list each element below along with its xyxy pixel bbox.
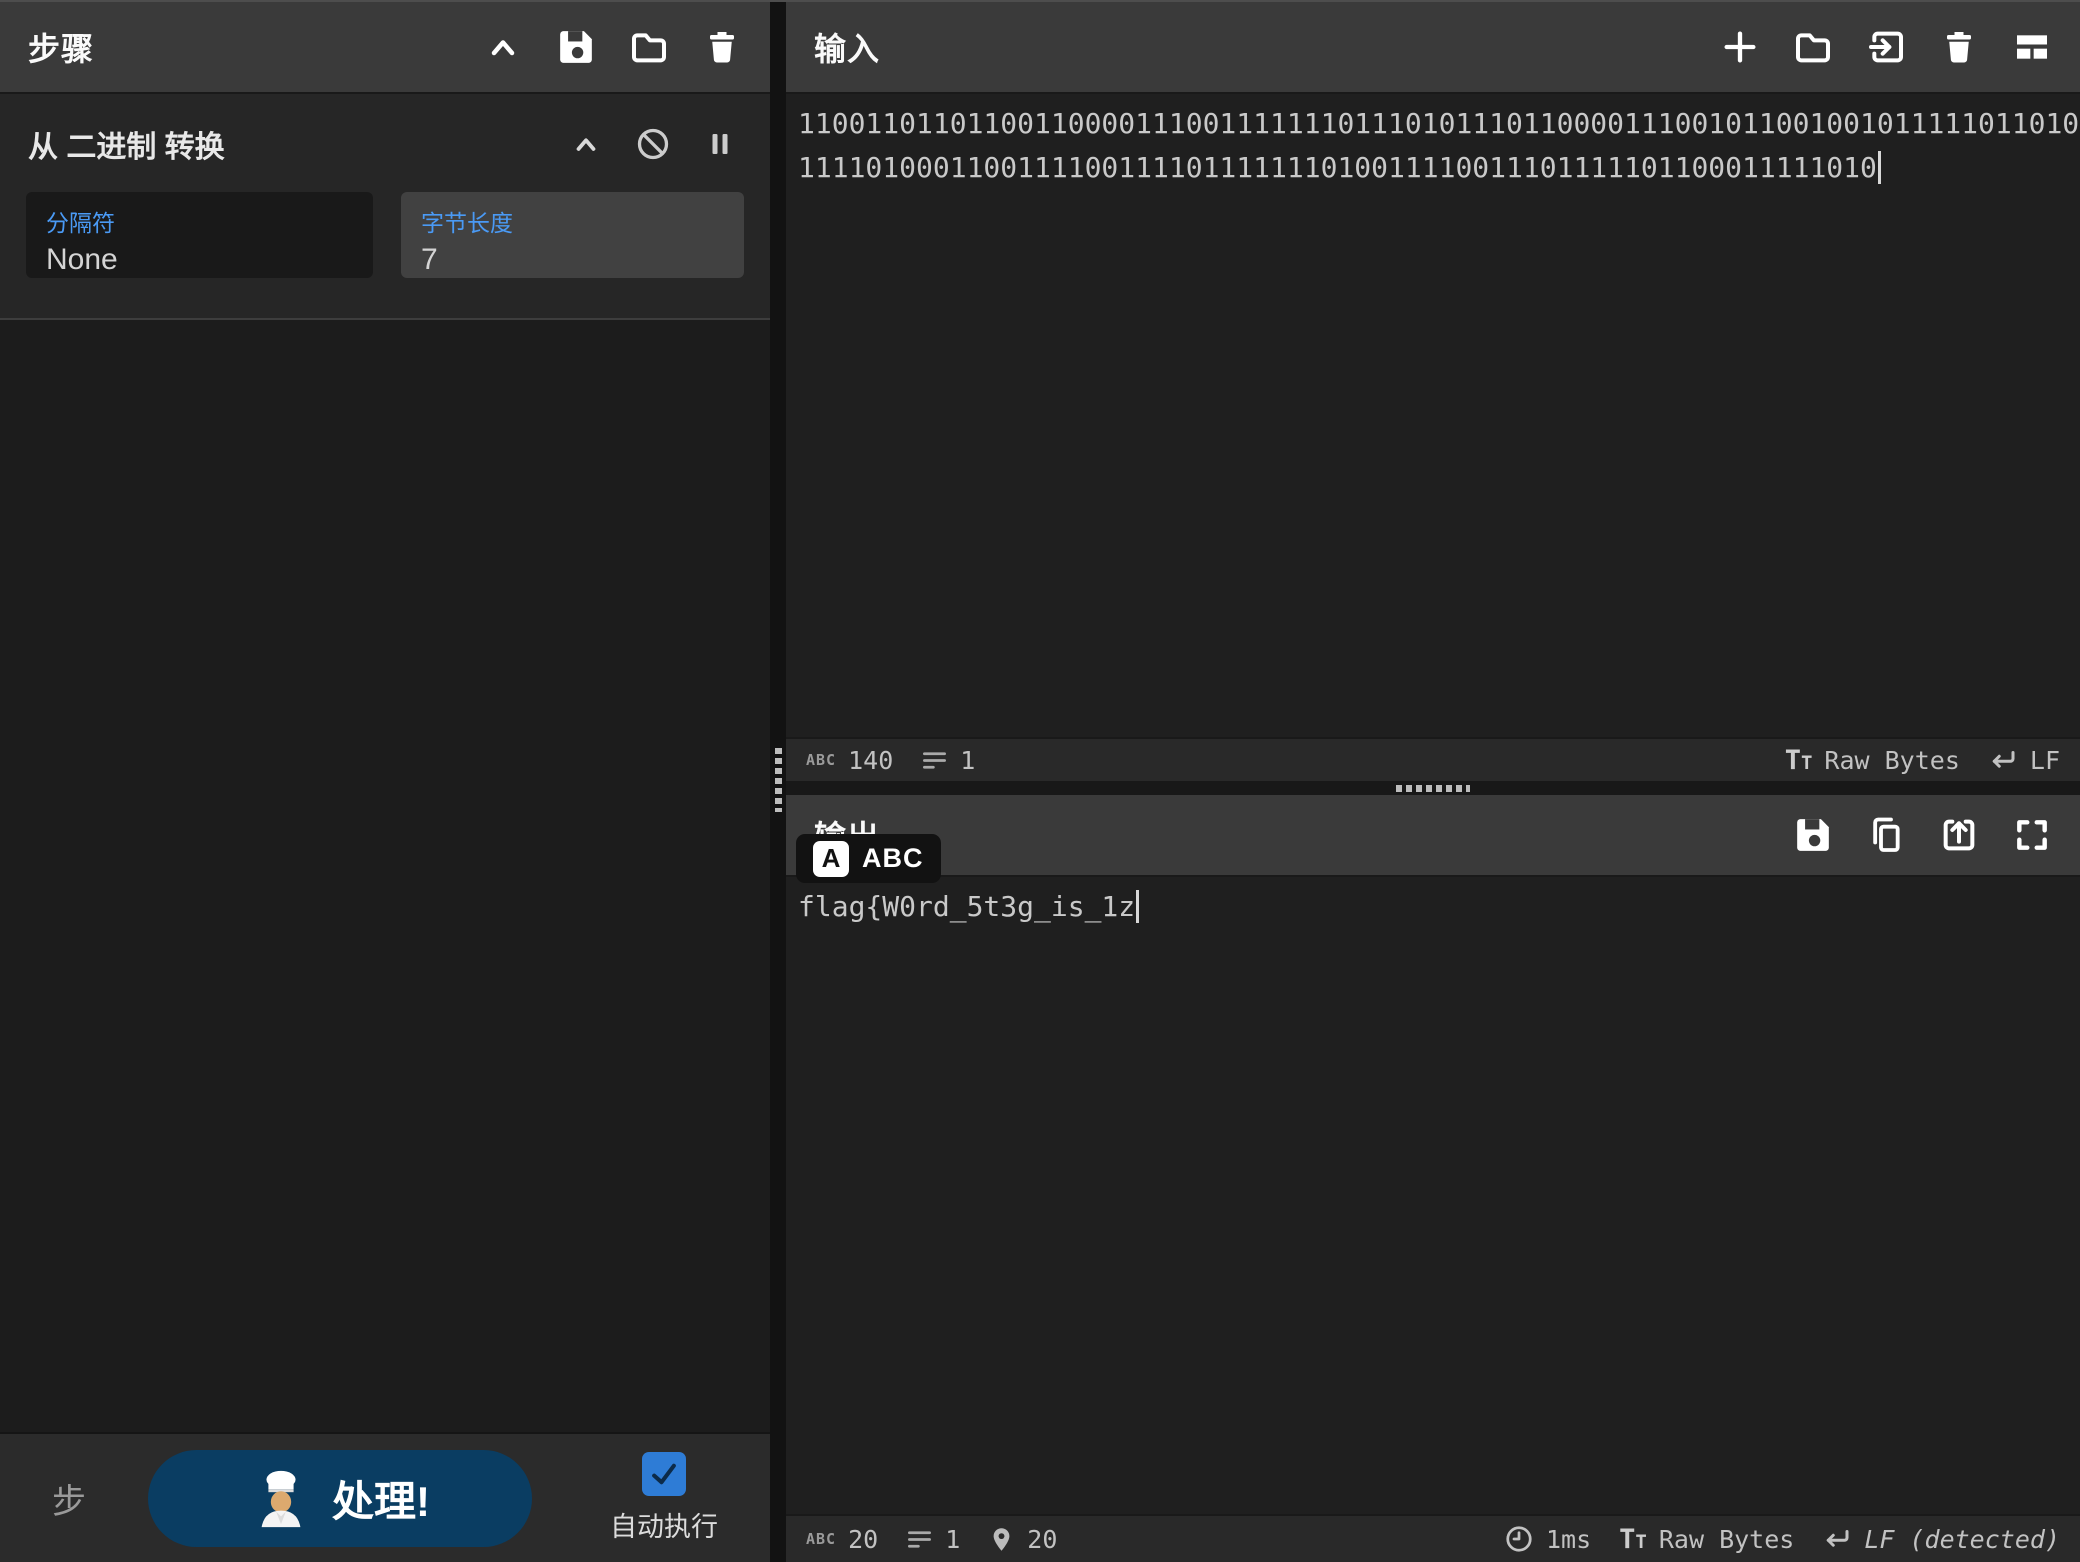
- load-recipe-folder-icon[interactable]: [629, 27, 669, 67]
- output-encoding-value: Raw Bytes: [1659, 1525, 1794, 1554]
- move-output-to-input-icon[interactable]: [1939, 815, 1979, 855]
- output-header: 输出: [786, 795, 2080, 877]
- output-editor[interactable]: flag{W0rd_5t3g_is_1z: [786, 877, 2080, 1514]
- output-encoding[interactable]: TT Raw Bytes: [1619, 1524, 1794, 1555]
- output-cursor-position-value: 20: [1027, 1525, 1057, 1554]
- output-eol-value: LF (detected): [1864, 1525, 2060, 1554]
- io-column: 输入: [786, 2, 2080, 1562]
- input-char-count-value: 140: [848, 746, 893, 775]
- output-status-right: 1ms TT Raw Bytes LF (detected): [1504, 1524, 2060, 1555]
- output-header-icons: [1793, 815, 2052, 855]
- return-eol-icon: [1988, 745, 2018, 775]
- input-text: 1100110110110011000011100111111101110101…: [798, 107, 2079, 184]
- auto-bake-checkbox[interactable]: [642, 1452, 686, 1496]
- recipe-panel: 步骤: [0, 2, 770, 1562]
- open-input-icon[interactable]: [1866, 27, 1906, 67]
- bake-time: 1ms: [1504, 1524, 1591, 1554]
- text-encoding-icon: TT: [1619, 1524, 1647, 1555]
- column-splitter[interactable]: [770, 2, 786, 1562]
- disable-operation-icon[interactable]: [633, 124, 673, 164]
- lines-icon: [906, 1526, 933, 1553]
- output-char-count-value: 20: [848, 1525, 878, 1554]
- input-title: 输入: [814, 24, 880, 70]
- breakpoint-pause-icon[interactable]: [700, 124, 740, 164]
- copy-output-icon[interactable]: [1866, 815, 1906, 855]
- input-status-bar: ABC 140 1 TT Raw Bytes: [786, 737, 2080, 781]
- input-line-count: 1: [921, 746, 975, 775]
- operation-icons: [566, 124, 740, 164]
- recipe-header: 步骤: [0, 2, 770, 94]
- recipe-header-icons: [483, 27, 742, 67]
- chef-icon: [250, 1467, 312, 1529]
- recipe-title: 步骤: [28, 24, 94, 70]
- operation-from-binary[interactable]: 从 二进制 转换 分隔符 None: [0, 94, 770, 320]
- output-line-count: 1: [906, 1525, 960, 1554]
- output-text-cursor: [1136, 890, 1139, 923]
- input-eol[interactable]: LF: [1988, 745, 2060, 775]
- output-cursor-position: 20: [988, 1525, 1057, 1554]
- chars-icon: ABC: [806, 751, 836, 769]
- byte-length-input[interactable]: 字节长度 7: [401, 192, 744, 278]
- lines-icon: [921, 747, 948, 774]
- cyberchef-app: 步骤: [0, 0, 2080, 1562]
- delimiter-dropdown[interactable]: 分隔符 None: [26, 192, 373, 278]
- collapse-operation-icon[interactable]: [566, 124, 606, 164]
- bake-button[interactable]: 处理!: [148, 1450, 532, 1547]
- output-text: flag{W0rd_5t3g_is_1z: [798, 890, 1135, 923]
- save-recipe-icon[interactable]: [556, 27, 596, 67]
- add-input-tab-icon[interactable]: [1720, 27, 1760, 67]
- input-source-popup: A ABC: [796, 834, 941, 883]
- recipe-list-empty-area[interactable]: [0, 320, 770, 1432]
- operation-args: 分隔符 None 字节长度 7: [0, 176, 770, 318]
- io-splitter-handle[interactable]: [1396, 785, 1470, 792]
- input-encoding[interactable]: TT Raw Bytes: [1785, 745, 1960, 776]
- save-output-icon[interactable]: [1793, 815, 1833, 855]
- clear-input-trash-icon[interactable]: [1939, 27, 1979, 67]
- input-eol-value: LF: [2030, 746, 2060, 775]
- input-source-label: ABC: [862, 843, 924, 874]
- input-header: 输入: [786, 2, 2080, 94]
- return-eol-icon: [1822, 1524, 1852, 1554]
- auto-bake-label: 自动执行: [610, 1505, 718, 1544]
- bake-controls-bar: 步 处理! 自动执行: [0, 1432, 770, 1562]
- text-encoding-icon: TT: [1785, 745, 1813, 776]
- clock-icon: [1504, 1524, 1534, 1554]
- input-panel: 输入: [786, 2, 2080, 781]
- operation-title: 从 二进制 转换: [28, 122, 225, 166]
- auto-bake-control: 自动执行: [610, 1452, 718, 1544]
- output-status-bar: ABC 20 1 20: [786, 1514, 2080, 1562]
- output-eol[interactable]: LF (detected): [1822, 1524, 2060, 1554]
- bake-time-value: 1ms: [1546, 1525, 1591, 1554]
- step-button[interactable]: 步: [52, 1474, 86, 1523]
- input-line-count-value: 1: [960, 746, 975, 775]
- input-header-icons: [1720, 27, 2052, 67]
- input-tabs-layout-icon[interactable]: [2012, 27, 2052, 67]
- output-line-count-value: 1: [945, 1525, 960, 1554]
- input-text-cursor: [1878, 151, 1881, 184]
- chars-icon: ABC: [806, 1530, 836, 1548]
- bake-button-label: 处理!: [332, 1468, 430, 1529]
- clear-recipe-trash-icon[interactable]: [702, 27, 742, 67]
- input-editor[interactable]: 1100110110110011000011100111111101110101…: [786, 94, 2080, 737]
- byte-length-label: 字节长度: [421, 204, 724, 238]
- input-source-key-badge: A: [813, 841, 849, 877]
- byte-length-value: 7: [421, 243, 724, 277]
- open-file-folder-icon[interactable]: [1793, 27, 1833, 67]
- collapse-recipe-icon[interactable]: [483, 27, 523, 67]
- delimiter-label: 分隔符: [46, 204, 353, 238]
- io-splitter[interactable]: [786, 781, 2080, 795]
- delimiter-value: None: [46, 243, 353, 277]
- location-pin-icon: [988, 1526, 1015, 1553]
- input-char-count: ABC 140: [806, 746, 893, 775]
- maximize-output-icon[interactable]: [2012, 815, 2052, 855]
- input-status-right: TT Raw Bytes LF: [1785, 745, 2060, 776]
- operation-header: 从 二进制 转换: [0, 94, 770, 176]
- input-encoding-value: Raw Bytes: [1824, 746, 1959, 775]
- output-char-count: ABC 20: [806, 1525, 878, 1554]
- output-panel: 输出: [786, 795, 2080, 1562]
- column-splitter-handle[interactable]: [775, 748, 782, 812]
